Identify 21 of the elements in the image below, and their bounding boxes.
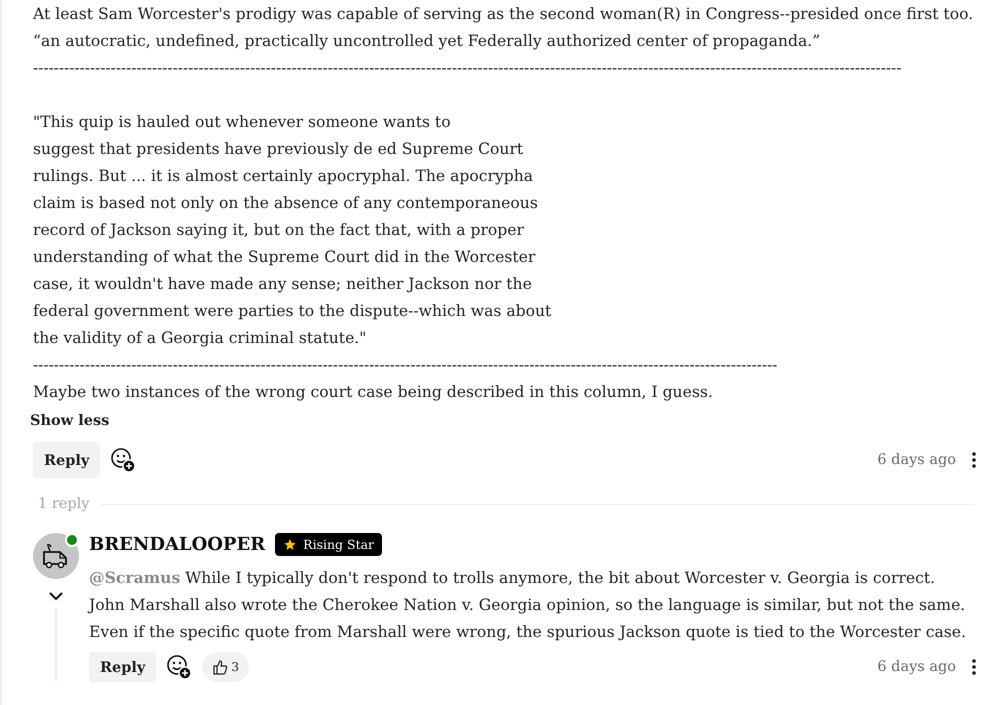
timestamp: 6 days ago [877, 659, 956, 675]
rising-star-badge: Rising Star [275, 533, 382, 556]
more-options-icon[interactable] [972, 452, 976, 468]
like-button[interactable]: 3 [202, 652, 249, 682]
author-name[interactable]: BRENDALOOPER [89, 534, 266, 555]
more-options-icon[interactable] [972, 659, 976, 675]
quoted-paragraph: "This quip is hauled out whenever someone wants to suggest that presidents have previously de ed Supreme Court rulings. But ... it is almost certainly apocryphal. The apocrypha claim is based not only on the absence of any contemporaneous record of Jackson saying it, but on the fact that, with a proper understanding of what the Supreme Court did in the Worcester case, it wouldn't have made any sense; neither Jackson nor the federal government were parties to the dispute--which was about the validity of a Georgia criminal statute." [33, 112, 552, 349]
dashed-separator-text: ------------------------------------------------------------------------------------------------------------------------------------------------------------------------ [33, 58, 902, 79]
add-reaction-icon[interactable] [110, 447, 136, 473]
show-less-link[interactable]: Show less [30, 412, 110, 429]
comment-text: At least Sam Worcester's prodigy was capable of serving as the second woman(R) in Congress--presided once first too. [33, 4, 974, 25]
reply-button[interactable]: Reply [89, 652, 156, 682]
comment-text: Maybe two instances of the wrong court case being described in this column, I guess. [33, 382, 714, 403]
avatar[interactable] [33, 533, 79, 579]
reply-text: @Scramus While I typically don't respond to trolls anymore, the bit about Worcester v. Georgia is correct. John Marshall also wrote the Cherokee Nation v. Georgia opinion, so the language is similar, but not the same. Even if the specific quote from Marshall were wrong, the spurious Jackson quote is tied to the Worcester case. [89, 567, 967, 643]
comment-text: “an autocratic, undefined, practically uncontrolled yet Federally authorized center of propaganda.” [33, 31, 822, 52]
dashed-separator-text: ------------------------------------------------------------------------------------------------------------------------------------------------ [33, 355, 778, 376]
reply-button[interactable]: Reply [33, 442, 100, 478]
thumbs-up-icon [212, 659, 228, 675]
timestamp: 6 days ago [877, 452, 956, 468]
add-reaction-icon[interactable] [166, 654, 192, 680]
